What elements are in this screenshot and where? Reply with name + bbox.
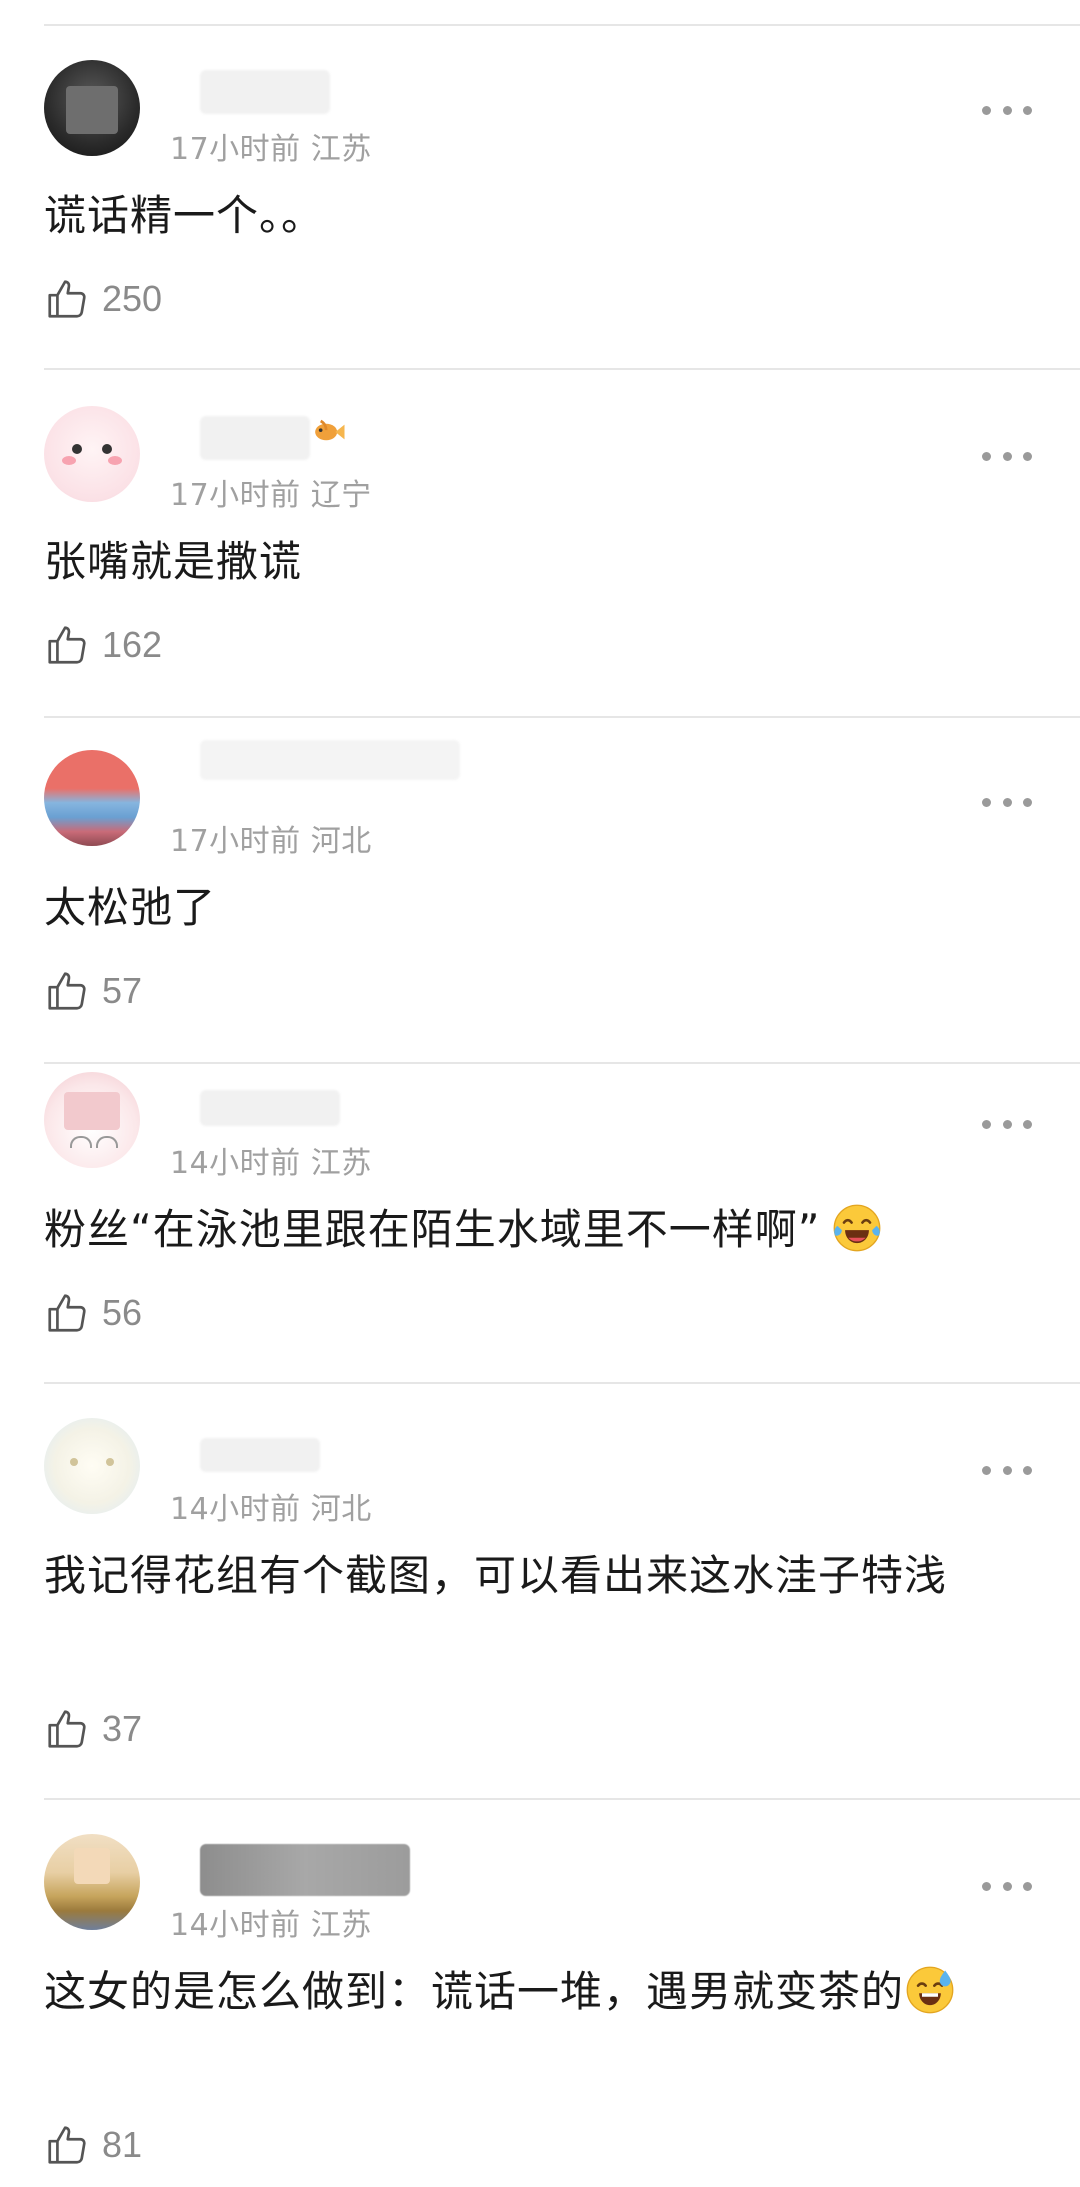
comment-text: 谎话精一个。。	[44, 191, 325, 240]
thumbs-up-icon	[48, 972, 86, 1010]
comment-text-content: 粉丝“在泳池里跟在陌生水域里不一样啊”	[44, 1205, 821, 1254]
comment-time: 17小时前	[170, 132, 301, 167]
like-count: 56	[102, 1292, 143, 1333]
comment-text: 太松弛了	[44, 883, 217, 932]
comment-location: 江苏	[310, 132, 372, 167]
comment-meta: 17小时前 江苏	[170, 124, 372, 168]
more-options-icon[interactable]	[982, 450, 1032, 462]
comment-text: 粉丝“在泳池里跟在陌生水域里不一样啊”	[44, 1194, 1020, 1266]
username-redacted	[200, 1844, 410, 1896]
avatar[interactable]	[44, 1834, 140, 1930]
goldfish-icon	[315, 419, 345, 441]
more-options-icon[interactable]	[982, 1464, 1032, 1476]
more-options-icon[interactable]	[982, 796, 1032, 808]
comment-meta: 14小时前 江苏	[170, 1138, 372, 1182]
avatar[interactable]	[44, 750, 140, 846]
like-count: 162	[102, 624, 163, 665]
like-button[interactable]: 162	[44, 622, 162, 668]
comment-location: 河北	[310, 1492, 372, 1527]
avatar[interactable]	[44, 1418, 140, 1514]
comment-text: 这女的是怎么做到：谎话一堆，遇男就变茶的	[44, 1956, 1000, 2028]
thumbs-up-icon	[48, 626, 86, 664]
thumbs-up-icon	[48, 280, 86, 318]
comment-time: 17小时前	[170, 824, 301, 859]
username-redacted	[200, 416, 310, 460]
avatar[interactable]	[44, 60, 140, 156]
comment-meta: 14小时前 河北	[170, 1484, 372, 1528]
thumbs-up-icon	[48, 2126, 86, 2164]
comment-text-content: 这女的是怎么做到：谎话一堆，遇男就变茶的	[44, 1967, 905, 2016]
more-options-icon[interactable]	[982, 1880, 1032, 1892]
comment-location: 江苏	[310, 1146, 372, 1181]
divider	[44, 1798, 1080, 1800]
thumbs-up-icon	[48, 1294, 86, 1332]
like-button[interactable]: 57	[44, 968, 142, 1014]
comment-time: 14小时前	[170, 1908, 301, 1943]
comment-meta: 14小时前 江苏	[170, 1900, 372, 1944]
divider	[44, 716, 1080, 718]
comment-location: 江苏	[310, 1908, 372, 1943]
username-redacted	[200, 70, 330, 114]
like-button[interactable]: 56	[44, 1290, 142, 1336]
comment-meta: 17小时前 河北	[170, 816, 372, 860]
sweat-smile-emoji-icon	[906, 1966, 954, 2014]
divider	[44, 1062, 1080, 1064]
more-options-icon[interactable]	[982, 104, 1032, 116]
comment-time: 14小时前	[170, 1146, 301, 1181]
comment-location: 辽宁	[310, 478, 372, 513]
comment-time: 17小时前	[170, 478, 301, 513]
username-redacted	[200, 740, 460, 780]
like-count: 81	[102, 2124, 143, 2165]
top-divider	[44, 24, 1080, 26]
more-options-icon[interactable]	[982, 1118, 1032, 1130]
like-button[interactable]: 37	[44, 1706, 142, 1752]
thumbs-up-icon	[48, 1710, 86, 1748]
like-button[interactable]: 250	[44, 276, 162, 322]
tears-of-joy-emoji-icon	[833, 1204, 880, 1252]
like-button[interactable]: 81	[44, 2122, 142, 2168]
avatar[interactable]	[44, 1072, 140, 1168]
comment-meta: 17小时前 辽宁	[170, 470, 372, 514]
like-count: 37	[102, 1708, 143, 1749]
username-redacted	[200, 1438, 320, 1472]
comment-text: 我记得花组有个截图，可以看出来这水洼子特浅	[44, 1551, 948, 1600]
avatar[interactable]	[44, 406, 140, 502]
like-count: 250	[102, 278, 163, 319]
comment-text: 张嘴就是撒谎	[44, 537, 303, 586]
like-count: 57	[102, 970, 143, 1011]
comment-time: 14小时前	[170, 1492, 301, 1527]
comment-location: 河北	[310, 824, 372, 859]
username-redacted	[200, 1090, 340, 1126]
divider	[44, 368, 1080, 370]
divider	[44, 1382, 1080, 1384]
